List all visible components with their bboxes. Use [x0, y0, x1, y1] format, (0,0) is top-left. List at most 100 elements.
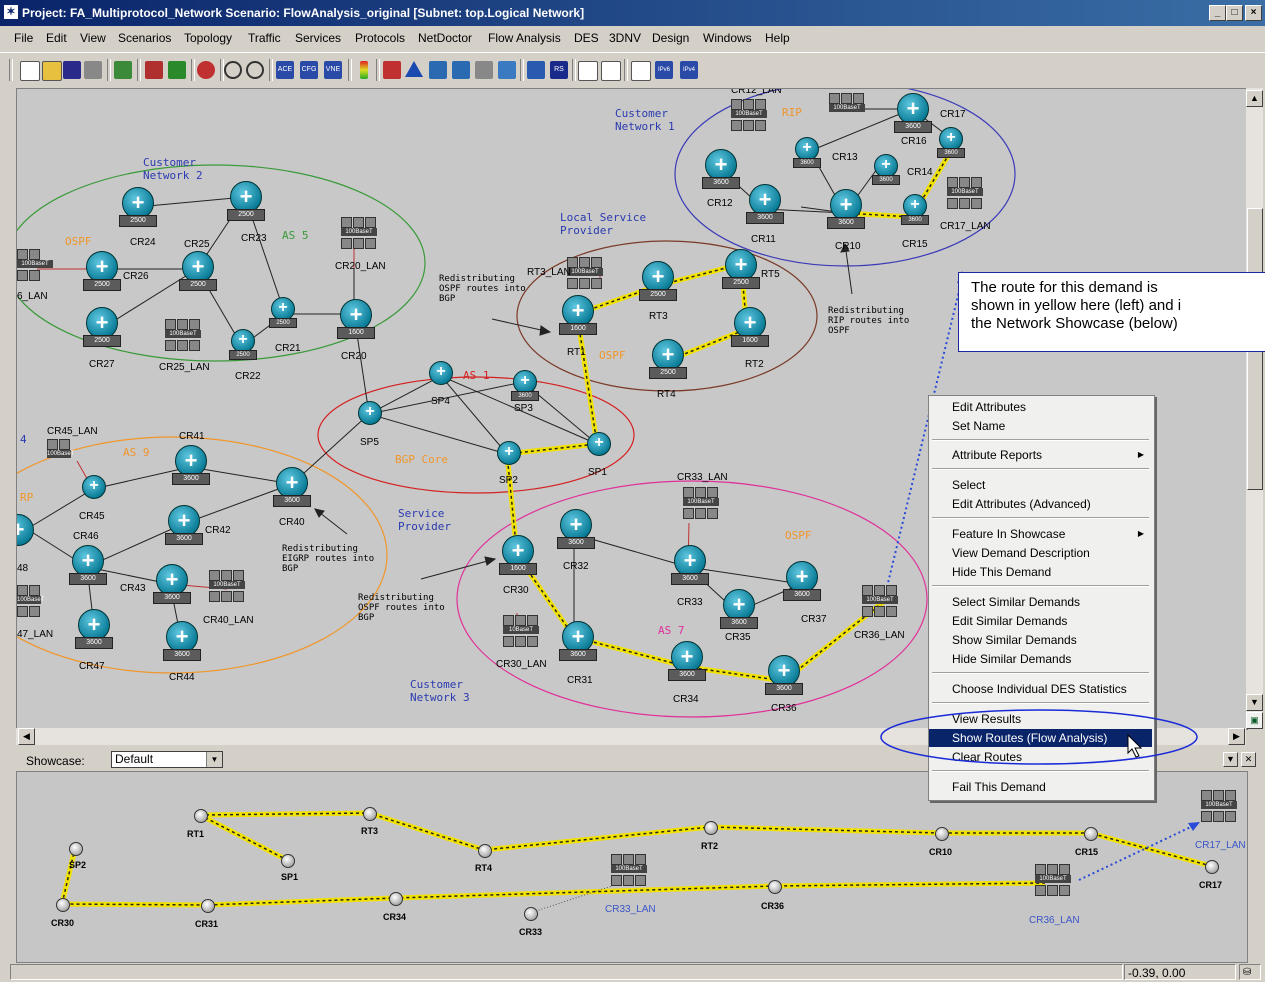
router-cr43[interactable]: 3600 — [153, 564, 191, 604]
lan-cr36[interactable]: 100BaseT — [862, 585, 900, 619]
ipv4-icon[interactable]: IPv4 — [680, 61, 698, 79]
menu-scenarios[interactable]: Scenarios — [118, 31, 171, 45]
lan-cr20[interactable]: 100BaseT — [341, 217, 379, 251]
menu-item-feature-in-showcase[interactable]: Feature In Showcase ▶ — [929, 525, 1152, 543]
grid2-icon[interactable] — [452, 61, 470, 79]
status-lock-icon[interactable]: ⛁ — [1239, 964, 1261, 980]
scroll-left-icon[interactable]: ◀ — [18, 728, 35, 745]
router-sp4[interactable] — [427, 361, 463, 401]
router-cr25[interactable]: 2500 — [179, 251, 217, 291]
router-cr24[interactable]: 2500 — [119, 187, 157, 227]
showcase-node-sp2[interactable] — [69, 842, 83, 856]
router-cr40[interactable]: 3600 — [273, 467, 311, 507]
lan-rip-top[interactable]: 100BaseT — [829, 93, 867, 127]
router-rt3[interactable]: 2500 — [639, 261, 677, 301]
open-icon[interactable] — [42, 61, 62, 81]
router-cr41[interactable]: 3600 — [172, 445, 210, 485]
lan-cr25[interactable]: 100BaseT — [165, 319, 203, 353]
router-cr17[interactable]: 3600 — [937, 127, 973, 167]
showcase-lan-cr17[interactable]: 100BaseT — [1201, 790, 1239, 824]
router-cr44[interactable]: 3600 — [163, 621, 201, 661]
lan-rt3[interactable]: 100BaseT — [567, 257, 605, 291]
menu-file[interactable]: File — [14, 31, 33, 45]
menu-windows[interactable]: Windows — [703, 31, 752, 45]
rsvp-icon[interactable]: RS — [550, 61, 568, 79]
router-rt4[interactable]: 2500 — [649, 339, 687, 379]
minimize-button[interactable]: _ — [1209, 5, 1226, 21]
router-cr16[interactable]: 3600 — [894, 93, 932, 133]
close-button[interactable]: × — [1245, 5, 1262, 21]
scroll-right-icon[interactable]: ▶ — [1228, 728, 1245, 745]
router-cr27[interactable]: 2500 — [83, 307, 121, 347]
cfg-icon[interactable]: CFG — [300, 61, 318, 79]
menu-item-select[interactable]: Select — [929, 476, 1152, 494]
mesh-icon[interactable] — [498, 61, 516, 79]
graph-icon[interactable] — [601, 61, 621, 81]
router-cr13[interactable]: 3600 — [793, 137, 829, 177]
save-icon[interactable] — [63, 61, 81, 79]
showcase-node-sp1[interactable] — [281, 854, 295, 868]
router-sp1[interactable] — [585, 432, 621, 472]
menu-traffic[interactable]: Traffic — [248, 31, 281, 45]
lan-cr45[interactable]: 100BaseT — [47, 439, 85, 473]
router-cr30[interactable]: 1600 — [499, 535, 537, 575]
showcase-node-rt4[interactable] — [478, 844, 492, 858]
router-cr42[interactable]: 3600 — [165, 505, 203, 545]
router-cr26[interactable]: 2500 — [83, 251, 121, 291]
configure-icon[interactable] — [383, 61, 401, 79]
print-icon[interactable] — [84, 61, 102, 79]
sync-icon[interactable] — [168, 61, 186, 79]
menu-topology[interactable]: Topology — [184, 31, 232, 45]
router-rt2[interactable]: 1600 — [731, 307, 769, 347]
menu-item-clear-routes[interactable]: Clear Routes — [929, 748, 1152, 766]
menu-item-select-similar-demands[interactable]: Select Similar Demands — [929, 593, 1152, 611]
vne-icon[interactable]: VNE — [324, 61, 342, 79]
router-cr15[interactable]: 3600 — [901, 194, 937, 234]
router-cr34[interactable]: 3600 — [668, 641, 706, 681]
lan-cr40[interactable]: 100BaseT — [209, 570, 247, 604]
grid-icon[interactable] — [429, 61, 447, 79]
showcase-select[interactable]: Default ▼ — [111, 751, 223, 768]
menu-item-fail-this-demand[interactable]: Fail This Demand — [929, 778, 1152, 796]
router-cr12[interactable]: 3600 — [702, 149, 740, 189]
showcase-node-rt3[interactable] — [363, 807, 377, 821]
router-cr47[interactable]: 3600 — [75, 609, 113, 649]
router-sp5[interactable] — [356, 401, 392, 441]
showcase-node-cr30[interactable] — [56, 898, 70, 912]
router-cr22[interactable]: 2500 — [229, 329, 265, 369]
grid-toggle-icon[interactable]: ▣ — [1246, 712, 1263, 729]
menu-item-edit-attributes-advanced[interactable]: Edit Attributes (Advanced) — [929, 495, 1152, 513]
menu-protocols[interactable]: Protocols — [355, 31, 405, 45]
router-cr35[interactable]: 3600 — [720, 589, 758, 629]
router-cr10[interactable]: 3600 — [827, 189, 865, 229]
lan-cr30[interactable]: 10BaseT — [503, 615, 541, 649]
menu-des[interactable]: DES — [574, 31, 599, 45]
report-icon[interactable] — [578, 61, 598, 81]
menu-item-edit-similar-demands[interactable]: Edit Similar Demands — [929, 612, 1152, 630]
showcase-node-cr33[interactable] — [524, 907, 538, 921]
menu-netdoctor[interactable]: NetDoctor — [418, 31, 472, 45]
menu-item-hide-similar-demands[interactable]: Hide Similar Demands — [929, 650, 1152, 668]
menu-item-attribute-reports[interactable]: Attribute Reports ▶ — [929, 446, 1152, 464]
router-rt1[interactable]: 1600 — [559, 295, 597, 335]
zoom-out-icon[interactable] — [246, 61, 264, 79]
path-icon[interactable] — [475, 61, 493, 79]
router-rt5[interactable]: 2500 — [722, 249, 760, 289]
lan-cr12[interactable]: 100BaseT — [731, 99, 769, 133]
menu-design[interactable]: Design — [652, 31, 689, 45]
menu-edit[interactable]: Edit — [46, 31, 67, 45]
menu-item-show-similar-demands[interactable]: Show Similar Demands — [929, 631, 1152, 649]
router-cr31[interactable]: 3600 — [559, 621, 597, 661]
showcase-node-rt2[interactable] — [704, 821, 718, 835]
triangle-icon[interactable] — [405, 61, 423, 77]
showcase-node-cr15[interactable] — [1084, 827, 1098, 841]
menu-item-hide-this-demand[interactable]: Hide This Demand — [929, 563, 1152, 581]
router-cr46[interactable]: 3600 — [69, 545, 107, 585]
menu-item-choose-des-statistics[interactable]: Choose Individual DES Statistics — [929, 680, 1152, 698]
router-cr33[interactable]: 3600 — [671, 545, 709, 585]
router-cr37[interactable]: 3600 — [783, 561, 821, 601]
lan-cr33[interactable]: 100BaseT — [683, 487, 721, 521]
menu-flow-analysis[interactable]: Flow Analysis — [488, 31, 561, 45]
new-icon[interactable] — [20, 61, 40, 81]
traffic-light-icon[interactable] — [360, 61, 368, 79]
